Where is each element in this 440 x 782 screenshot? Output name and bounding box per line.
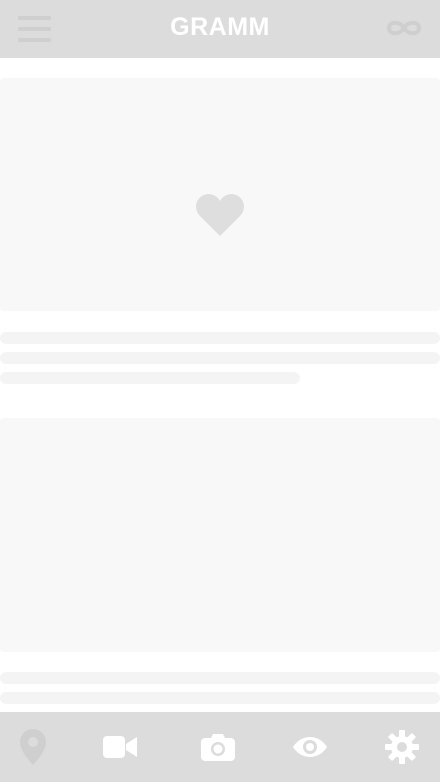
gear-icon [385,730,419,764]
nav-video-button[interactable] [76,712,164,782]
nav-settings-button[interactable] [358,712,440,782]
skeleton-text-line [0,332,440,344]
infinity-icon [386,20,422,36]
post-media-placeholder[interactable] [0,418,440,652]
skeleton-text-line [0,352,440,364]
post-media-placeholder[interactable] [0,78,440,311]
location-pin-icon [20,729,46,765]
photo-camera-icon [201,734,235,761]
nav-camera-button[interactable] [174,712,262,782]
skeleton-text-line [0,672,440,684]
skeleton-text-line [0,372,300,384]
bottom-navigation-bar [0,712,440,782]
nav-location-button[interactable] [0,712,77,782]
skeleton-text-line [0,692,440,704]
top-app-bar: GRAMM [0,0,440,58]
feed [0,58,440,712]
infinity-button[interactable] [386,17,422,39]
eye-icon [293,737,327,757]
nav-eye-button[interactable] [266,712,354,782]
app-title: GRAMM [170,13,270,41]
video-camera-icon [103,736,137,758]
heart-icon [196,193,244,236]
